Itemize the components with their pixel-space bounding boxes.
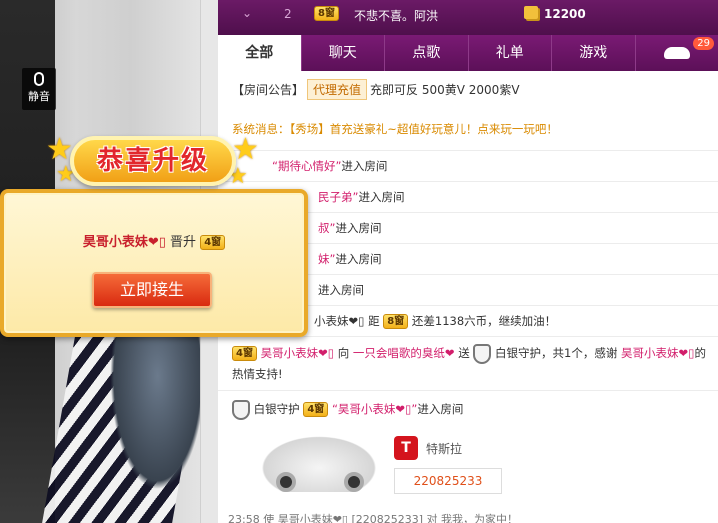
gift-send: 送 [458, 346, 470, 360]
gift-message: 4窗 昊哥小表妹❤▯ 向 一只会唱歌的臭纸❤ 送 白银守护，共1个，感谢 昊哥小… [218, 337, 718, 391]
mute-label: 静音 [28, 90, 50, 103]
notice-prefix: 【房间公告】 [232, 83, 305, 97]
levelup-verb: 晋升 [170, 235, 197, 250]
chat-tabs: 全部 聊天 点歌 礼单 游戏 29 [218, 35, 718, 71]
notice-tag[interactable]: 代理充值 [307, 79, 368, 100]
levelup-banner: ★ ★ ★ ★ 恭喜升级 [46, 122, 260, 202]
guard-user[interactable]: “昊哥小表妹❤▯” [332, 402, 417, 416]
rank-coins: 12200 [544, 7, 586, 21]
gift-thanks-user[interactable]: 昊哥小表妹❤▯ [621, 346, 694, 360]
gift-level-badge: 4窗 [232, 346, 257, 361]
car-icon [663, 47, 690, 59]
car-image [254, 432, 384, 492]
microphone-icon [34, 72, 44, 86]
guard-message: 白银守护 4窗 “昊哥小表妹❤▯”进入房间 [218, 391, 718, 427]
gift-item: 白银守护，共1个，感谢 [495, 346, 618, 360]
car-wheel-icon [276, 472, 296, 492]
rank-username[interactable]: 不悲不喜。阿洪 [354, 7, 438, 24]
car-wheel-icon [344, 472, 364, 492]
car-name: 特斯拉 [426, 442, 463, 456]
gap-text: 还差1138六币，继续加油！ [411, 314, 557, 328]
banner-title: 恭喜升级 [96, 146, 209, 176]
mute-button[interactable]: 静音 [22, 68, 56, 110]
gift-target[interactable]: 一只会唱歌的臭纸❤ [353, 346, 455, 360]
rank-bar: ⌄ 2 8窗 不悲不喜。阿洪 12200 [218, 0, 718, 35]
enter-text: 进入房间 [335, 252, 382, 266]
collapse-chevron-icon[interactable]: ⌄ [242, 6, 252, 20]
levelup-popup: 昊哥小表妹❤▯ 晋升 4窗 立即接生 [0, 189, 308, 337]
car-entrance-card: T 特斯拉 220825233 [248, 432, 538, 502]
coin-icon [524, 6, 538, 19]
rank-number: 2 [284, 7, 292, 21]
car-count-badge: 29 [693, 37, 714, 50]
star-icon: ★ [232, 132, 259, 167]
silver-guard-icon [232, 399, 250, 420]
system-message[interactable]: 系统消息：【秀场】首充送豪礼~超值好玩意儿！点来玩一玩吧！ [218, 107, 718, 151]
guard-level-badge: 4窗 [303, 402, 329, 417]
tab-gifts[interactable]: 礼单 [467, 35, 552, 71]
tab-all[interactable]: 全部 [218, 35, 301, 71]
notice-text: 充即可反 500黄V 2000紫V [370, 83, 520, 97]
gift-to: 向 [337, 346, 350, 360]
car-user-code[interactable]: 220825233 [394, 468, 502, 494]
tab-chat[interactable]: 聊天 [300, 35, 385, 71]
receive-now-button[interactable]: 立即接生 [92, 272, 212, 308]
bottom-partial-message: 23:58 使 昊哥小表妹❤▯ [220825233] 对 我我，为家中！ [228, 513, 519, 523]
guard-label: 白银守护 [253, 402, 300, 416]
gap-mid: 距 [368, 314, 380, 328]
tab-games[interactable]: 游戏 [551, 35, 635, 71]
levelup-user[interactable]: 昊哥小表妹❤▯ [83, 235, 166, 250]
gift-user[interactable]: 昊哥小表妹❤▯ [261, 346, 334, 360]
enter-text: 进入房间 [335, 221, 382, 235]
levelup-level-badge: 4窗 [200, 235, 226, 250]
gap-level-badge: 8窗 [383, 314, 409, 329]
enter-text: 进入房间 [341, 159, 388, 173]
guard-text: 进入房间 [417, 402, 464, 416]
rank-level-badge: 8窗 [314, 6, 339, 21]
enter-text: 进入房间 [358, 190, 405, 204]
tesla-logo-icon: T [394, 436, 418, 460]
silver-guard-icon [473, 343, 492, 364]
room-notice: 【房间公告】 代理充值 充即可反 500黄V 2000紫V [218, 71, 718, 107]
list-item: “期待心情好”进入房间 [218, 151, 718, 182]
tab-song[interactable]: 点歌 [384, 35, 468, 71]
levelup-message: 昊哥小表妹❤▯ 晋升 4窗 [4, 231, 304, 250]
tab-car[interactable]: 29 [634, 35, 718, 71]
